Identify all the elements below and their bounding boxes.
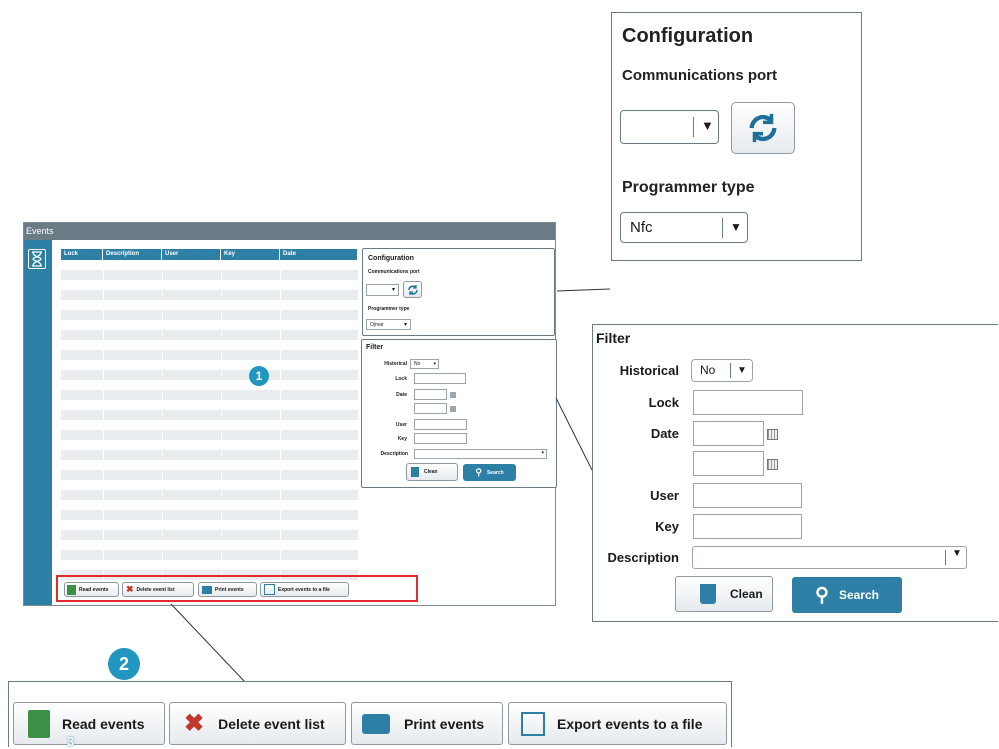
chevron-down-icon: ▼: [952, 548, 962, 559]
chevron-down-icon: ▼: [701, 118, 714, 133]
communications-port-label-zoom: Communications port: [622, 67, 778, 84]
search-button-zoom[interactable]: ⚲ Search: [792, 577, 902, 613]
key-input-zoom[interactable]: [693, 514, 802, 539]
search-button-label-zoom: Search: [838, 588, 879, 602]
historical-value-zoom: No: [700, 363, 716, 377]
export-events-button-zoom[interactable]: Export events to a file: [508, 702, 727, 745]
historical-select-zoom[interactable]: No ▼: [691, 359, 753, 382]
export-icon: [521, 711, 545, 736]
read-events-label-zoom: Read events: [62, 715, 145, 732]
callout-badge-2: 2: [108, 648, 140, 680]
read-events-button-zoom[interactable]: Read events: [13, 702, 165, 745]
printer-icon: [362, 713, 390, 734]
refresh-button-zoom[interactable]: [731, 102, 795, 154]
configuration-panel-zoom: Configuration Communications port ▼ Prog…: [611, 12, 862, 261]
delete-event-list-label-zoom: Delete event list: [218, 715, 325, 732]
delete-icon: ✖: [184, 710, 205, 737]
programmer-type-select-zoom[interactable]: Nfc ▼: [620, 212, 748, 243]
export-events-label-zoom: Export events to a file: [557, 715, 703, 732]
programmer-type-label-zoom: Programmer type: [622, 179, 755, 196]
print-events-button-zoom[interactable]: Print events: [351, 702, 503, 745]
calendar-icon[interactable]: [767, 429, 778, 440]
lock-label-zoom: Lock: [648, 395, 679, 410]
programmer-type-value-zoom: Nfc: [630, 219, 653, 236]
search-icon: ⚲: [815, 584, 829, 606]
communications-port-select-zoom[interactable]: ▼: [620, 110, 719, 144]
refresh-icon: [749, 113, 777, 143]
recycle-bin-icon: [700, 584, 716, 604]
key-label-zoom: Key: [655, 519, 679, 534]
clean-button-label-zoom: Clean: [730, 587, 763, 601]
description-select-zoom[interactable]: ▼: [692, 546, 967, 569]
date-to-input-zoom[interactable]: [693, 451, 764, 476]
chevron-down-icon: ▼: [730, 220, 742, 234]
print-events-label-zoom: Print events: [404, 715, 485, 732]
description-label-zoom: Description: [607, 550, 679, 565]
historical-label-zoom: Historical: [619, 363, 679, 378]
date-from-input-zoom[interactable]: [693, 421, 764, 446]
user-input-zoom[interactable]: [693, 483, 802, 508]
toolbar-zoom: Read events ✖ Delete event list Print ev…: [8, 681, 732, 749]
delete-event-list-button-zoom[interactable]: ✖ Delete event list: [169, 702, 346, 745]
configuration-title-zoom: Configuration: [622, 25, 754, 47]
user-label-zoom: User: [650, 488, 679, 503]
read-events-icon: [28, 709, 50, 738]
calendar-icon[interactable]: [767, 459, 778, 470]
chevron-down-icon: ▼: [737, 365, 747, 376]
lock-input-zoom[interactable]: [693, 390, 803, 415]
date-label-zoom: Date: [650, 426, 679, 441]
filter-panel-zoom: Filter Historical No ▼ Lock Date User Ke…: [592, 324, 998, 622]
filter-title-zoom: Filter: [596, 330, 631, 346]
clean-button-zoom[interactable]: Clean: [675, 576, 773, 612]
